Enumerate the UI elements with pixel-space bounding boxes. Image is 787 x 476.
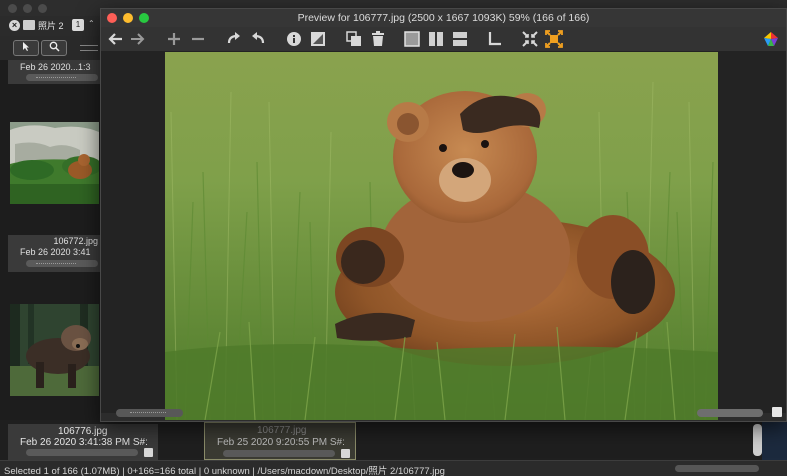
window-controls: [107, 13, 149, 23]
thumb-date: Feb 26 2020 3:41:38 PM S#:: [20, 437, 148, 448]
zoom-in-icon[interactable]: [165, 30, 183, 48]
forward-arrow-icon[interactable]: [129, 30, 147, 48]
pointer-icon: [23, 42, 29, 51]
ruler-icon: [80, 45, 98, 51]
split-horizontal-icon[interactable]: [451, 30, 469, 48]
horizontal-scrollbar-right[interactable]: [697, 409, 763, 417]
preview-image[interactable]: [165, 52, 718, 420]
browser-toolbar: [0, 36, 100, 60]
back-arrow-icon[interactable]: [106, 30, 124, 48]
thumbnail-strip-bottom: 106776.jpg Feb 26 2020 3:41:38 PM S#: 10…: [0, 420, 787, 460]
close-window-button[interactable]: [8, 4, 17, 13]
thumb-filename: 106776.jpg: [58, 426, 108, 437]
status-bar: Selected 1 of 166 (1.07MB) | 0+166=166 t…: [0, 460, 787, 476]
thumb-checkbox[interactable]: [144, 448, 153, 457]
chevron-up-icon[interactable]: ⌃: [88, 19, 95, 28]
thumb-scrollbar[interactable]: [26, 74, 98, 81]
rotate-right-icon[interactable]: [249, 30, 267, 48]
vertical-scrollbar[interactable]: [753, 424, 762, 456]
thumb-scrollbar[interactable]: [26, 449, 138, 456]
browser-window-controls: [8, 4, 47, 13]
zoom-window-button[interactable]: [38, 4, 47, 13]
horizontal-scrollbar[interactable]: [116, 409, 183, 417]
preview-toolbar: [101, 27, 786, 51]
thumbnail-image[interactable]: [10, 122, 99, 204]
list-item[interactable]: Feb 26 2020...1:3: [0, 60, 100, 84]
crop-icon[interactable]: [485, 30, 503, 48]
zoom-out-icon[interactable]: [189, 30, 207, 48]
copy-icon[interactable]: [345, 30, 363, 48]
list-item[interactable]: 106772.jpg Feb 26 2020 3:41: [0, 120, 100, 272]
split-vertical-icon[interactable]: [427, 30, 445, 48]
tab-close-icon[interactable]: ×: [9, 20, 20, 31]
tab-label: 照片 2: [38, 21, 64, 31]
thumb-checkbox[interactable]: [341, 449, 350, 458]
thumb-scrollbar[interactable]: [26, 260, 98, 267]
trash-icon[interactable]: [369, 30, 387, 48]
image-adjust-icon[interactable]: [309, 30, 327, 48]
shrink-icon[interactable]: [521, 30, 539, 48]
zoom-window-button[interactable]: [139, 13, 149, 23]
list-item[interactable]: [0, 302, 100, 398]
select-tool-button[interactable]: [13, 40, 39, 56]
rotate-left-icon[interactable]: [225, 30, 243, 48]
folder-icon: [23, 20, 35, 30]
minimize-window-button[interactable]: [123, 13, 133, 23]
horizontal-scrollbar[interactable]: [675, 465, 759, 472]
magnifier-icon: [49, 41, 60, 52]
zoom-tool-button[interactable]: [41, 40, 67, 56]
preview-window: Preview for 106777.jpg (2500 x 1667 1093…: [100, 8, 787, 422]
thumb-date: Feb 26 2020 3:41: [20, 247, 91, 257]
thumb-scrollbar[interactable]: [223, 450, 335, 457]
thumbnail-list: Feb 26 2020...1:3 106772.jpg Feb 26 2020…: [0, 60, 100, 460]
thumbnail-image[interactable]: [10, 304, 99, 396]
screen: × 照片 2 1 ⌃ Feb 26 2020...1:3 106772.jpg …: [0, 0, 787, 476]
status-text: Selected 1 of 166 (1.07MB) | 0+166=166 t…: [4, 466, 445, 476]
single-view-icon[interactable]: [403, 30, 421, 48]
desktop-background: [762, 420, 787, 460]
thumb-filename: 106777.jpg: [257, 425, 307, 436]
info-icon[interactable]: [285, 30, 303, 48]
window-title: Preview for 106777.jpg (2500 x 1667 1093…: [297, 12, 590, 24]
preview-titlebar[interactable]: Preview for 106777.jpg (2500 x 1667 1093…: [101, 9, 786, 27]
browser-tab[interactable]: × 照片 2 1 ⌃: [0, 16, 100, 36]
app-logo-icon[interactable]: [762, 30, 780, 48]
tab-count-badge: 1: [72, 19, 84, 31]
selected-list-item[interactable]: 106777.jpg Feb 25 2020 9:20:55 PM S#:: [204, 422, 356, 460]
resize-corner[interactable]: [772, 407, 782, 417]
thumb-date: Feb 26 2020...1:3: [20, 62, 91, 72]
expand-icon[interactable]: [545, 30, 563, 48]
close-window-button[interactable]: [107, 13, 117, 23]
preview-canvas[interactable]: [101, 51, 786, 420]
thumb-date: Feb 25 2020 9:20:55 PM S#:: [217, 437, 345, 448]
minimize-window-button[interactable]: [23, 4, 32, 13]
thumb-filename: 106772.jpg: [53, 236, 98, 246]
